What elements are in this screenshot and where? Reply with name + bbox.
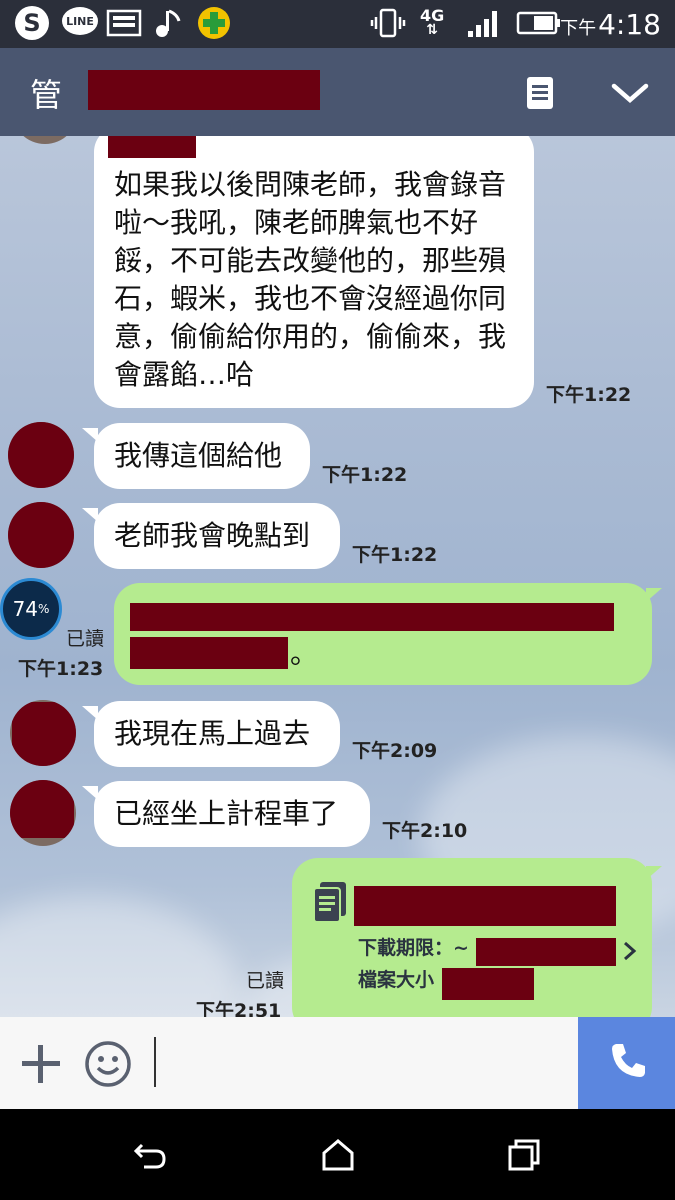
- message-time: 下午2:10: [382, 820, 468, 842]
- file-size-label: 檔案大小: [358, 969, 435, 991]
- message-bubble-incoming[interactable]: 我現在馬上過去: [94, 701, 340, 767]
- file-icon: [312, 882, 348, 934]
- message-bubble-outgoing[interactable]: 。: [114, 583, 652, 685]
- system-nav-bar: [0, 1109, 675, 1200]
- message-time: 下午1:22: [322, 464, 408, 486]
- plus-app-icon: [196, 6, 232, 40]
- emoji-icon[interactable]: [84, 1040, 132, 1088]
- download-expiry-label: 下載期限：~: [358, 937, 469, 959]
- phone-icon: [606, 1040, 648, 1086]
- message-bubble-incoming[interactable]: 我傳這個給他: [94, 423, 310, 489]
- avatar[interactable]: [8, 422, 74, 488]
- chat-area[interactable]: 如果我以後問陳老師，我會錄音啦～我吼，陳老師脾氣也不好餒，不可能去改變他的，那些…: [0, 136, 675, 1017]
- redacted-text: [130, 637, 288, 669]
- signal-icon: [466, 6, 504, 40]
- chevron-down-icon[interactable]: [608, 78, 652, 108]
- battery-icon: [516, 6, 562, 40]
- skype-icon: S: [12, 6, 52, 40]
- avatar[interactable]: [12, 136, 78, 144]
- message-time: 下午2:09: [352, 740, 438, 762]
- line-icon: LINE: [60, 6, 100, 40]
- status-time: 下午4:18: [560, 8, 661, 41]
- read-receipt: 已讀: [65, 628, 104, 650]
- message-text: 我現在馬上過去: [114, 717, 311, 750]
- message-text: 老師我會晚點到: [114, 519, 311, 552]
- file-message-bubble[interactable]: 下載期限：~ 檔案大小: [292, 858, 652, 1017]
- message-time: 下午1:22: [352, 544, 438, 566]
- battery-badge: 74%: [0, 578, 62, 640]
- message-time: 下午1:23: [18, 658, 104, 680]
- avatar[interactable]: [10, 700, 76, 766]
- message-text: 。: [290, 637, 319, 670]
- avatar[interactable]: [8, 502, 74, 568]
- back-icon[interactable]: [132, 1137, 168, 1173]
- redacted-size: [442, 968, 534, 1000]
- plus-icon[interactable]: [20, 1043, 62, 1085]
- message-time: 下午1:22: [546, 384, 632, 406]
- network-indicator: 4G ⇅: [420, 6, 445, 38]
- message-time: 下午2:51: [196, 1000, 282, 1017]
- menu-icon[interactable]: [526, 76, 554, 110]
- home-icon[interactable]: [320, 1137, 356, 1173]
- message-bubble-incoming[interactable]: 如果我以後問陳老師，我會錄音啦～我吼，陳老師脾氣也不好餒，不可能去改變他的，那些…: [94, 136, 534, 408]
- svg-text:S: S: [23, 9, 40, 37]
- recents-icon[interactable]: [506, 1137, 542, 1173]
- status-bar: S LINE 4G ⇅ 下午4:18: [0, 0, 675, 48]
- call-button[interactable]: [578, 1017, 675, 1109]
- avatar[interactable]: [10, 780, 76, 846]
- chat-title: 管: [30, 76, 63, 114]
- music-icon: [150, 6, 186, 40]
- vibrate-icon: [370, 6, 406, 40]
- image-icon: [106, 6, 142, 40]
- redacted-filename: [354, 886, 616, 926]
- redacted-text: [130, 603, 614, 631]
- svg-text:LINE: LINE: [66, 15, 94, 28]
- message-text: 我傳這個給他: [114, 439, 283, 472]
- redacted-expiry: [476, 938, 616, 966]
- message-input-bar: [0, 1017, 675, 1109]
- read-receipt: 已讀: [245, 970, 284, 992]
- chat-header: 管: [0, 48, 675, 136]
- redacted-name: [108, 136, 196, 158]
- chevron-right-icon[interactable]: [622, 934, 638, 972]
- message-bubble-incoming[interactable]: 已經坐上計程車了: [94, 781, 370, 847]
- message-text: 已經坐上計程車了: [114, 797, 339, 830]
- message-text: 如果我以後問陳老師，我會錄音啦～我吼，陳老師脾氣也不好餒，不可能去改變他的，那些…: [114, 168, 507, 391]
- message-bubble-incoming[interactable]: 老師我會晚點到: [94, 503, 340, 569]
- message-input[interactable]: [154, 1035, 564, 1091]
- redacted-title: [88, 70, 320, 110]
